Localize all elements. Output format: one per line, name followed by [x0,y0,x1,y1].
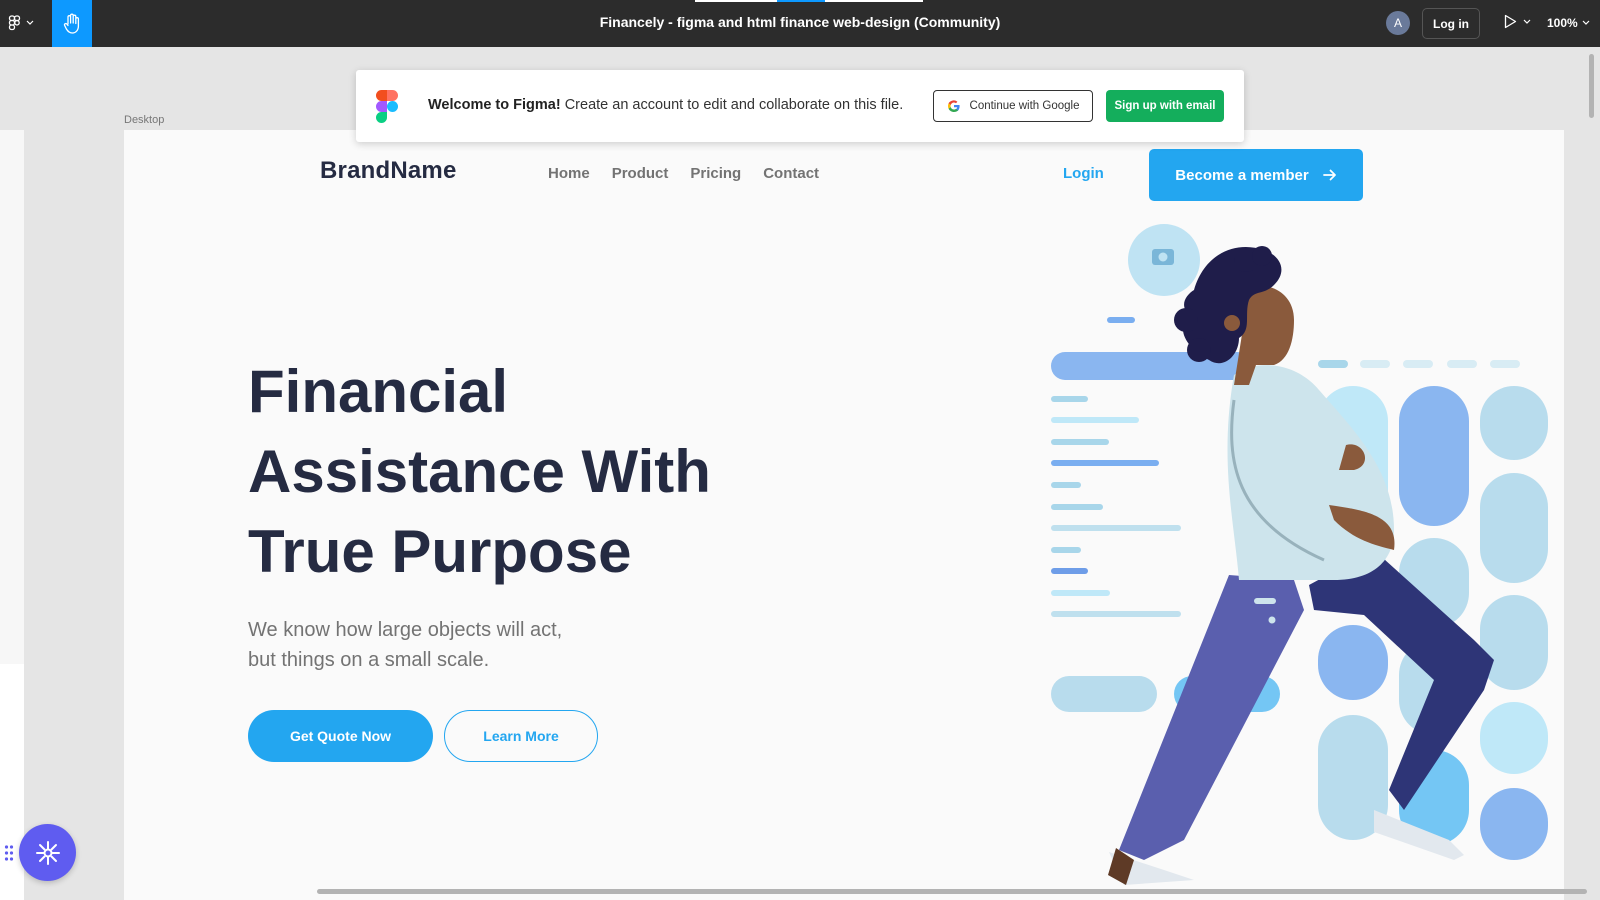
zoom-level: 100% [1547,16,1578,30]
frame-label[interactable]: Desktop [124,114,164,126]
nav-pricing[interactable]: Pricing [690,165,741,182]
hero-title-line: Assistance With [248,438,711,505]
hero-subtitle-line: but things on a small scale. [248,649,490,671]
vertical-scrollbar[interactable] [1589,54,1594,118]
become-member-button[interactable]: Become a member [1149,149,1363,201]
adjacent-frame-lower [0,664,24,900]
nav-product[interactable]: Product [612,165,669,182]
desktop-frame[interactable]: BrandName Home Product Pricing Contact L… [124,130,1564,900]
hero-subtitle: We know how large objects will act, but … [248,615,668,675]
play-icon [1504,14,1517,29]
tab-indicator-active [777,0,825,2]
learn-more-button[interactable]: Learn More [444,710,598,762]
continue-with-google-button[interactable]: Continue with Google [933,90,1093,122]
sparkle-icon [35,840,60,865]
hand-tool-button[interactable] [52,0,92,47]
brand-logo: BrandName [320,157,457,184]
login-button[interactable]: Log in [1422,8,1480,39]
hero-title-line: Financial [248,358,509,425]
figma-logo-icon [376,90,398,123]
google-button-label: Continue with Google [969,100,1080,112]
assistant-widget-button[interactable] [19,824,76,881]
become-member-label: Become a member [1175,166,1309,184]
chevron-down-icon [1523,19,1531,24]
hand-icon [63,13,80,34]
adjacent-frame [0,130,24,664]
file-title: Financely - figma and html finance web-d… [599,14,1001,30]
present-button[interactable] [1504,14,1531,29]
arrow-right-icon [1322,169,1336,181]
welcome-message: Welcome to Figma! Create an account to e… [428,97,903,113]
hero-title: Financial Assistance With True Purpose [248,352,808,592]
canvas[interactable]: Desktop BrandName Home Product Pricing C… [0,47,1600,900]
nav-contact[interactable]: Contact [763,165,819,182]
figma-toolbar: Financely - figma and html finance web-d… [0,0,1600,47]
hero-illustration [1051,224,1548,885]
welcome-description: Create an account to edit and collaborat… [564,97,904,113]
hero-subtitle-line: We know how large objects will act, [248,619,563,641]
hero-title-line: True Purpose [248,518,632,585]
get-quote-button[interactable]: Get Quote Now [248,710,433,762]
drag-handle-icon[interactable] [4,844,14,862]
figma-logo-icon [8,15,21,31]
main-nav: Home Product Pricing Contact [548,165,819,182]
sign-up-email-button[interactable]: Sign up with email [1106,90,1224,122]
welcome-title: Welcome to Figma! [428,97,561,113]
login-link[interactable]: Login [1063,165,1104,182]
chevron-down-icon [26,20,34,25]
chevron-down-icon [1582,20,1590,25]
main-menu-button[interactable] [8,10,46,36]
welcome-banner: Welcome to Figma! Create an account to e… [356,70,1244,142]
horizontal-scrollbar[interactable] [317,889,1587,894]
zoom-dropdown[interactable]: 100% [1547,16,1590,30]
avatar[interactable]: A [1386,11,1410,35]
nav-home[interactable]: Home [548,165,590,182]
google-icon [947,100,960,112]
